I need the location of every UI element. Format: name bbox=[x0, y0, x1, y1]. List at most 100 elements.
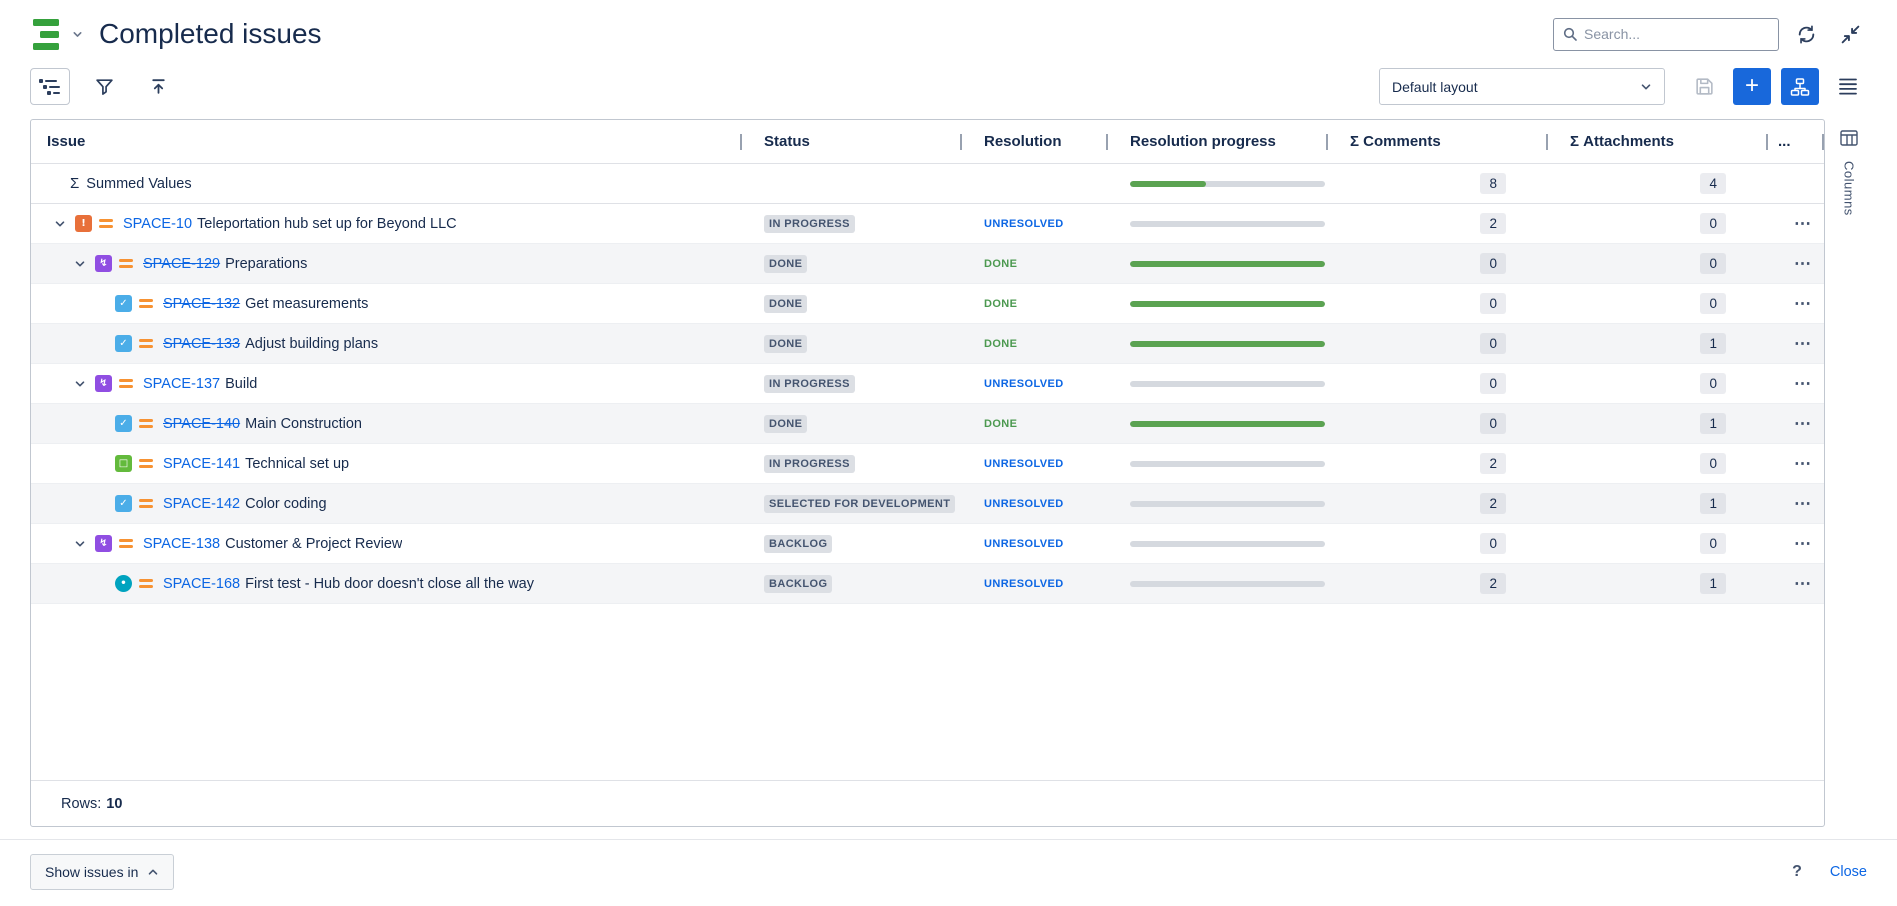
collapse-panel-icon[interactable] bbox=[1833, 17, 1867, 51]
row-actions-button[interactable]: ⋯ bbox=[1790, 413, 1816, 434]
search-input[interactable] bbox=[1584, 26, 1770, 42]
comments-count: 2 bbox=[1480, 453, 1506, 474]
priority-medium-icon bbox=[99, 219, 113, 228]
help-button[interactable]: ? bbox=[1792, 863, 1802, 881]
structure-logo-icon[interactable] bbox=[30, 16, 68, 52]
issue-key-link[interactable]: SPACE-10 bbox=[123, 216, 192, 232]
priority-medium-icon bbox=[139, 339, 153, 348]
status-badge: IN PROGRESS bbox=[764, 455, 855, 473]
layout-select[interactable]: Default layout bbox=[1379, 68, 1665, 105]
issue-cell: ↯ SPACE-129 Preparations bbox=[31, 244, 742, 283]
status-badge: DONE bbox=[764, 255, 807, 273]
priority-medium-icon bbox=[139, 459, 153, 468]
structure-menu-caret-icon[interactable] bbox=[72, 29, 83, 40]
issue-summary: Color coding bbox=[245, 496, 326, 512]
row-actions-button[interactable]: ⋯ bbox=[1790, 293, 1816, 314]
issue-summary: First test - Hub door doesn't close all … bbox=[245, 576, 534, 592]
sigma-icon: Σ bbox=[70, 175, 79, 192]
expand-chevron-icon[interactable] bbox=[70, 538, 90, 550]
table-row[interactable]: ! SPACE-10 Teleportation hub set up for … bbox=[31, 204, 1824, 244]
table-row[interactable]: ✓ SPACE-142 Color coding SELECTED FOR DE… bbox=[31, 484, 1824, 524]
table-row[interactable]: ↯ SPACE-137 Build IN PROGRESS UNRESOLVED… bbox=[31, 364, 1824, 404]
row-actions-button[interactable]: ⋯ bbox=[1790, 453, 1816, 474]
priority-medium-icon bbox=[119, 379, 133, 388]
expand-chevron-icon[interactable] bbox=[70, 378, 90, 390]
row-actions-button[interactable]: ⋯ bbox=[1790, 213, 1816, 234]
main-area: Issue Status Resolution Resolution progr… bbox=[0, 119, 1897, 827]
row-actions-button[interactable]: ⋯ bbox=[1790, 573, 1816, 594]
app-header: Completed issues bbox=[0, 0, 1897, 64]
resolution-progress-bar bbox=[1130, 221, 1325, 227]
column-header-resolution[interactable]: Resolution bbox=[962, 120, 1108, 163]
table-row[interactable]: • SPACE-168 First test - Hub door doesn'… bbox=[31, 564, 1824, 604]
row-actions-button[interactable]: ⋯ bbox=[1790, 493, 1816, 514]
row-actions-button[interactable]: ⋯ bbox=[1790, 333, 1816, 354]
priority-medium-icon bbox=[119, 259, 133, 268]
columns-grid-icon[interactable] bbox=[1835, 125, 1863, 151]
status-badge: BACKLOG bbox=[764, 575, 832, 593]
issue-key-link[interactable]: SPACE-168 bbox=[163, 576, 240, 592]
issue-key-link[interactable]: SPACE-133 bbox=[163, 336, 240, 352]
attachments-count: 0 bbox=[1700, 293, 1726, 314]
table-row[interactable]: ✓ SPACE-133 Adjust building plans DONE D… bbox=[31, 324, 1824, 364]
refresh-icon[interactable] bbox=[1789, 17, 1823, 51]
priority-medium-icon bbox=[119, 539, 133, 548]
expand-chevron-icon[interactable] bbox=[70, 258, 90, 270]
issue-summary: Teleportation hub set up for Beyond LLC bbox=[197, 216, 457, 232]
collapse-all-icon[interactable] bbox=[138, 68, 178, 105]
row-actions-button[interactable]: ⋯ bbox=[1790, 373, 1816, 394]
structure-view-icon[interactable] bbox=[30, 68, 70, 105]
attachments-count: 0 bbox=[1700, 533, 1726, 554]
attachments-count: 0 bbox=[1700, 453, 1726, 474]
issue-key-link[interactable]: SPACE-129 bbox=[143, 256, 220, 272]
resolution-badge: DONE bbox=[984, 418, 1017, 430]
resolution-progress-bar bbox=[1130, 501, 1325, 507]
close-link[interactable]: Close bbox=[1830, 864, 1867, 880]
add-item-button[interactable]: + bbox=[1733, 68, 1771, 105]
resolution-badge: DONE bbox=[984, 338, 1017, 350]
show-issues-in-button[interactable]: Show issues in bbox=[30, 854, 174, 890]
issue-key-link[interactable]: SPACE-132 bbox=[163, 296, 240, 312]
table-row[interactable]: ✓ SPACE-140 Main Construction DONE DONE … bbox=[31, 404, 1824, 444]
row-actions-button[interactable]: ⋯ bbox=[1790, 253, 1816, 274]
resolution-badge: UNRESOLVED bbox=[984, 538, 1064, 550]
issue-cell: ✓ SPACE-140 Main Construction bbox=[31, 404, 742, 443]
priority-medium-icon bbox=[139, 579, 153, 588]
status-badge: DONE bbox=[764, 415, 807, 433]
hierarchy-view-icon[interactable] bbox=[1781, 68, 1819, 105]
row-actions-button[interactable]: ⋯ bbox=[1790, 533, 1816, 554]
column-header-more[interactable]: ... bbox=[1768, 120, 1824, 163]
table-row[interactable]: □ SPACE-141 Technical set up IN PROGRESS… bbox=[31, 444, 1824, 484]
resolution-progress-bar bbox=[1130, 261, 1325, 267]
issue-key-link[interactable]: SPACE-141 bbox=[163, 456, 240, 472]
resolution-badge: UNRESOLVED bbox=[984, 378, 1064, 390]
column-header-status[interactable]: Status bbox=[742, 120, 962, 163]
summary-row: Σ Summed Values 8 4 bbox=[31, 164, 1824, 204]
table-row[interactable]: ✓ SPACE-132 Get measurements DONE DONE 0… bbox=[31, 284, 1824, 324]
column-header-issue[interactable]: Issue bbox=[31, 120, 742, 163]
bottom-bar: Show issues in ? Close bbox=[0, 839, 1897, 906]
summary-attachments-count: 4 bbox=[1700, 173, 1726, 194]
table-row[interactable]: ↯ SPACE-129 Preparations DONE DONE 0 0 ⋯ bbox=[31, 244, 1824, 284]
expand-chevron-icon[interactable] bbox=[50, 218, 70, 230]
column-header-comments[interactable]: Σ Comments bbox=[1328, 120, 1548, 163]
rows-count-label: Rows: bbox=[61, 796, 101, 812]
column-header-resolution-progress[interactable]: Resolution progress bbox=[1108, 120, 1328, 163]
issue-key-link[interactable]: SPACE-138 bbox=[143, 536, 220, 552]
issue-key-link[interactable]: SPACE-142 bbox=[163, 496, 240, 512]
columns-panel-label[interactable]: Columns bbox=[1842, 161, 1857, 216]
status-badge: SELECTED FOR DEVELOPMENT bbox=[764, 495, 955, 513]
filter-icon[interactable] bbox=[84, 68, 124, 105]
issue-key-link[interactable]: SPACE-140 bbox=[163, 416, 240, 432]
attachments-count: 0 bbox=[1700, 373, 1726, 394]
comments-count: 0 bbox=[1480, 293, 1506, 314]
column-header-attachments[interactable]: Σ Attachments bbox=[1548, 120, 1768, 163]
chevron-up-icon bbox=[147, 866, 159, 878]
rows-menu-icon[interactable] bbox=[1829, 68, 1867, 105]
resolution-progress-bar bbox=[1130, 541, 1325, 547]
issue-key-link[interactable]: SPACE-137 bbox=[143, 376, 220, 392]
column-resize-handle[interactable] bbox=[1822, 134, 1824, 150]
task-issue-type-icon: ✓ bbox=[115, 415, 132, 432]
comments-count: 0 bbox=[1480, 413, 1506, 434]
table-row[interactable]: ↯ SPACE-138 Customer & Project Review BA… bbox=[31, 524, 1824, 564]
